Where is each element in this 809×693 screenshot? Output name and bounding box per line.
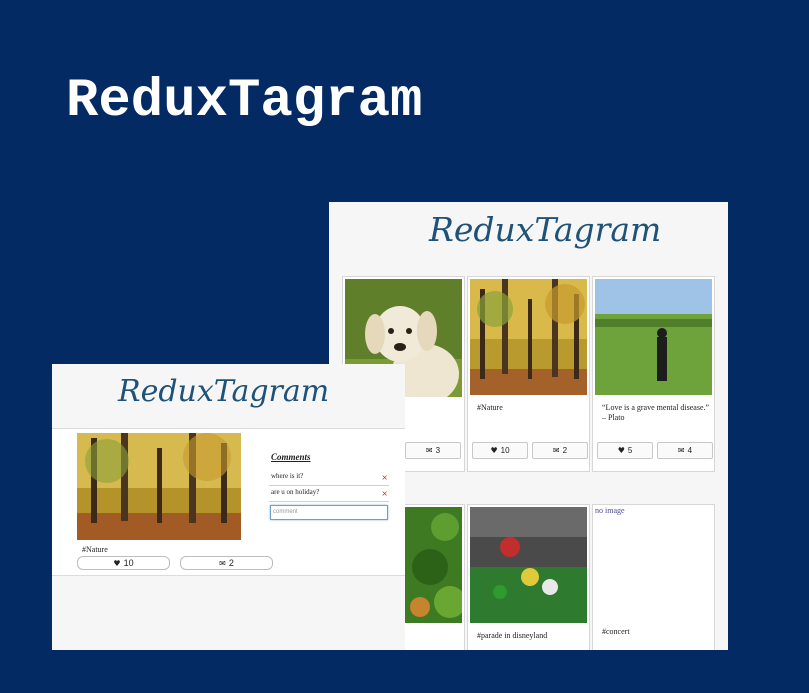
card-caption: “Love is a grave mental disease.” – Plat…: [602, 403, 710, 422]
delete-comment-icon[interactable]: ×: [381, 489, 388, 498]
detail-screenshot: ReduxTagram #Nature ♥ 10 ✉ 2 Comments wh…: [52, 364, 405, 650]
forest-image: [77, 433, 241, 540]
heart-icon: ♥: [617, 446, 625, 455]
photo-card[interactable]: #parade in disneyland: [467, 504, 590, 650]
speech-bubble-icon: ✉: [677, 446, 685, 455]
comments-button[interactable]: ✉ 4: [657, 442, 713, 459]
card-caption: #concert: [602, 627, 630, 636]
broken-image-icon: no image: [595, 506, 625, 515]
heart-icon: ♥: [113, 558, 121, 568]
card-caption: #Nature: [477, 403, 503, 412]
speech-bubble-icon: ✉: [425, 446, 433, 455]
likes-button[interactable]: ♥ 10: [77, 556, 170, 570]
parade-image: [470, 507, 587, 623]
comments-button[interactable]: ✉ 3: [405, 442, 461, 459]
footer: [52, 575, 405, 650]
likes-button[interactable]: ♥ 5: [597, 442, 653, 459]
hero-title: ReduxTagram: [66, 71, 423, 132]
comments-title: Comments: [271, 452, 311, 462]
photo-forest[interactable]: [470, 279, 587, 395]
photo-parade[interactable]: [470, 507, 587, 623]
photo-forest[interactable]: [77, 433, 241, 540]
photo-card[interactable]: “Love is a grave mental disease.” – Plat…: [592, 276, 715, 472]
photo-caption: #Nature: [82, 545, 108, 554]
app-logo[interactable]: ReduxTagram: [118, 374, 329, 409]
comment-item: are u on holiday? ×: [269, 486, 389, 502]
comments-button[interactable]: ✉ 2: [532, 442, 588, 459]
heart-icon: ♥: [490, 446, 498, 455]
forest-image: [470, 279, 587, 395]
comment-item: where is it? ×: [269, 470, 389, 486]
delete-comment-icon[interactable]: ×: [381, 473, 388, 482]
app-logo[interactable]: ReduxTagram: [429, 210, 661, 249]
field-image: [595, 279, 712, 395]
photo-card[interactable]: no image #concert: [592, 504, 715, 650]
comments-button[interactable]: ✉ 2: [180, 556, 273, 570]
photo-card[interactable]: #Nature ♥ 10 ✉ 2: [467, 276, 590, 472]
speech-bubble-icon: ✉: [219, 558, 226, 568]
likes-button[interactable]: ♥ 10: [472, 442, 528, 459]
comment-text: where is it?: [271, 472, 304, 480]
photo-field[interactable]: [595, 279, 712, 395]
comment-input[interactable]: comment: [270, 505, 388, 520]
speech-bubble-icon: ✉: [552, 446, 560, 455]
comment-text: are u on holiday?: [271, 488, 320, 496]
card-caption: #parade in disneyland: [477, 631, 548, 640]
